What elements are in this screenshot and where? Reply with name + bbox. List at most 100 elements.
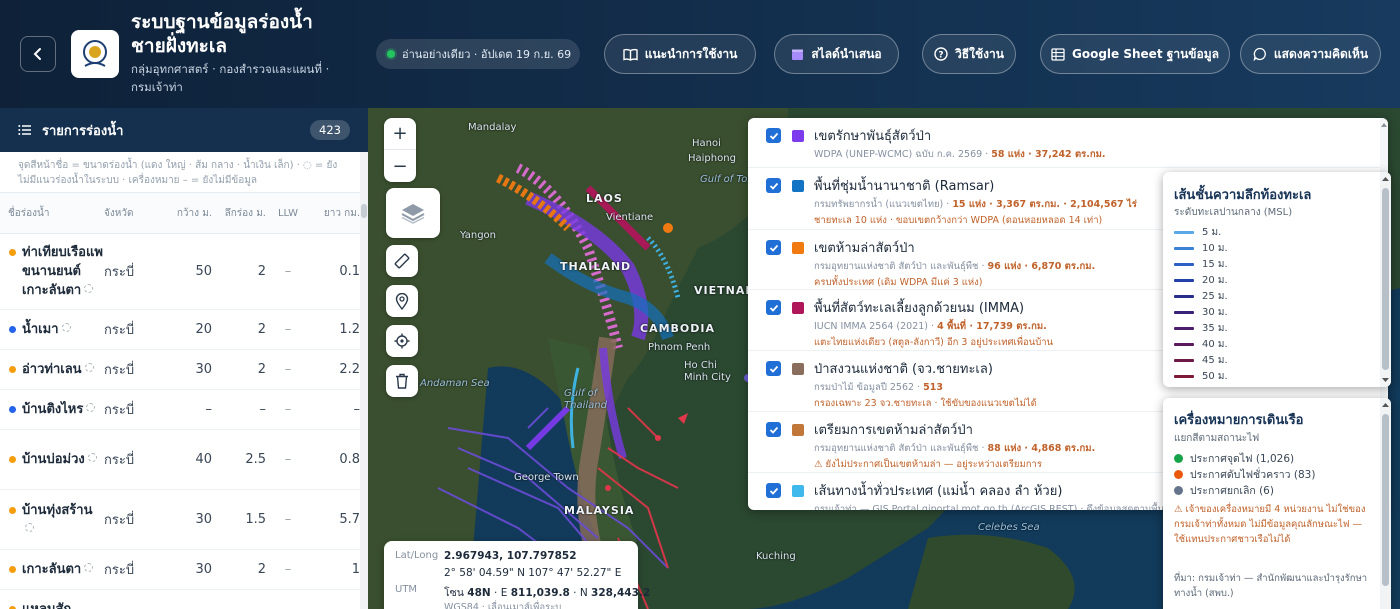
table-row[interactable]: บ้านทุ่งสร้าน กระบี่ 30 1.5 – 5.7 <box>0 490 368 550</box>
layer-source: IUCN IMMA 2564 (2021) · 4 พื้นที่ · 17,7… <box>814 319 1047 334</box>
scroll-up-icon[interactable] <box>1380 401 1391 409</box>
clear-button[interactable] <box>386 365 418 397</box>
depth-legend-scroll-thumb[interactable] <box>1382 188 1389 370</box>
channel-width: 30 <box>195 512 212 527</box>
google-sheet-button[interactable]: Google Sheet ฐานข้อมูล <box>1040 34 1230 74</box>
depth-line-swatch <box>1174 279 1194 282</box>
column-header-width[interactable]: กว้าง ม. <box>166 207 212 220</box>
slides-button[interactable]: สไลด์นำเสนอ <box>774 34 899 74</box>
channel-name: อ่าวท่าเลน <box>8 360 104 379</box>
channel-name-text: แหลมสัก <box>22 602 71 609</box>
layer-checkbox[interactable] <box>766 240 781 255</box>
back-button[interactable] <box>20 36 56 72</box>
channel-width: 20 <box>195 322 212 337</box>
nav-aid-status-dot <box>1174 486 1183 495</box>
depth-legend-item: 5 ม. <box>1174 225 1221 240</box>
check-icon <box>769 365 778 373</box>
layer-source-text: กรมอุทยานแห่งชาติ สัตว์ป่า และพันธุ์พืช … <box>814 261 985 272</box>
channel-llw: – <box>284 512 292 527</box>
table-row[interactable]: อ่าวท่าเลน กระบี่ 30 2 – 2.2 <box>0 350 368 390</box>
table-row[interactable]: เกาะลันตา กระบี่ 30 2 – 1 <box>0 550 368 590</box>
crosshair-icon <box>394 333 410 349</box>
scroll-up-icon[interactable] <box>1380 121 1388 129</box>
check-icon <box>769 182 778 190</box>
layer-checkbox[interactable] <box>766 361 781 376</box>
nav-aid-legend-scrollbar[interactable] <box>1380 398 1391 609</box>
check-icon <box>769 244 778 252</box>
depth-line-swatch <box>1174 295 1194 298</box>
column-header-name[interactable]: ชื่อร่องน้ำ <box>8 207 104 220</box>
chat-bubble-icon <box>1253 47 1266 61</box>
channel-province: กระบี่ <box>104 363 135 378</box>
table-row[interactable]: น้ำเมา กระบี่ 20 2 – 1.2 <box>0 310 368 350</box>
howto-button-label: วิธีใช้งาน <box>955 46 1004 61</box>
depth-legend-subtitle: ระดับทะเลปานกลาง (MSL) <box>1174 207 1293 218</box>
table-row[interactable]: ท่าเทียบเรือแพขนานยนต์เกาะลันตา กระบี่ 50 2… <box>0 234 368 310</box>
scroll-up-icon[interactable] <box>1380 175 1391 183</box>
size-dot-icon <box>9 406 16 413</box>
utm-northing: 328,443.2 <box>591 587 651 599</box>
depth-legend-item: 20 ม. <box>1174 273 1228 288</box>
book-icon <box>623 48 638 61</box>
depth-line-swatch <box>1174 263 1194 266</box>
column-header-length[interactable]: ยาว กม. <box>310 207 360 220</box>
channel-llw: – <box>284 562 292 577</box>
column-header-province[interactable]: จังหวัด <box>104 207 166 220</box>
layer-checkbox[interactable] <box>766 483 781 498</box>
layers-button[interactable] <box>386 188 440 238</box>
column-header-llw[interactable]: LLW <box>266 207 310 220</box>
map-canvas[interactable]: Mandalay Hanoi Haiphong Gulf of Tonkin L… <box>368 108 1400 609</box>
size-dot-icon <box>9 566 16 573</box>
layer-checkbox[interactable] <box>766 128 781 143</box>
depth-legend-scrollbar[interactable] <box>1380 172 1391 387</box>
layer-note: ชายทะเล 10 แห่ง · ขอบเขตกว้างกว่า WDPA (… <box>814 215 1103 226</box>
channel-list-title: รายการร่องน้ำ <box>42 123 124 139</box>
app-header: ระบบฐานข้อมูลร่องน้ำชายฝั่งทะเล กลุ่มอุท… <box>0 0 1400 108</box>
zoom-in-button[interactable]: + <box>384 118 416 150</box>
layer-checkbox[interactable] <box>766 422 781 437</box>
feedback-button[interactable]: แสดงความคิดเห็น <box>1240 34 1381 74</box>
table-row[interactable]: บ้านติงไหร กระบี่ – – – – <box>0 390 368 430</box>
zoom-control: + − <box>384 118 416 182</box>
channel-width: 50 <box>195 264 212 279</box>
layer-color-swatch <box>792 302 804 314</box>
sidebar-scrollbar[interactable] <box>360 152 368 609</box>
sidebar-scroll-thumb[interactable] <box>361 204 367 218</box>
layer-checkbox[interactable] <box>766 178 781 193</box>
pin-button[interactable] <box>386 285 418 317</box>
table-row[interactable]: บ้านบ่อม่วง กระบี่ 40 2.5 – 0.8 <box>0 430 368 490</box>
channel-name-text: เกาะลันตา <box>22 562 82 577</box>
layer-title: เตรียมการเขตห้ามล่าสัตว์ป่า <box>814 423 973 438</box>
place-label-yangon: Yangon <box>460 230 497 241</box>
legend-note: จุดสีหน้าชื่อ = ขนาดร่องน้ำ (แดง ใหญ่ · … <box>18 160 338 186</box>
guide-button[interactable]: แนะนำการใช้งาน <box>604 34 756 74</box>
channel-count-badge: 423 <box>310 120 350 140</box>
channel-length: 2.2 <box>339 362 360 377</box>
google-sheet-button-label: Google Sheet ฐานข้อมูล <box>1072 46 1219 61</box>
depth-legend-title: เส้นชั้นความลึกท้องทะเล <box>1174 188 1312 203</box>
utm-e-label: · E <box>494 587 508 599</box>
layer-note: แตะไทยแห่งเดียว (สตูล-ลังกาวี) อีก 3 อยู… <box>814 337 1054 348</box>
nav-aid-legend-scroll-thumb[interactable] <box>1382 414 1389 586</box>
measure-button[interactable] <box>386 245 418 277</box>
howto-button[interactable]: ? วิธีใช้งาน <box>922 34 1016 74</box>
place-label-celebes-sea: Celebes Sea <box>978 522 1040 533</box>
scroll-down-icon[interactable] <box>1380 376 1391 384</box>
check-icon <box>769 132 778 140</box>
table-row[interactable]: แหลมสัก <box>0 590 368 609</box>
channel-width: 30 <box>195 362 212 377</box>
depth-label: 30 ม. <box>1202 307 1228 318</box>
column-header-depth[interactable]: ลึกร่อง ม. <box>212 207 266 220</box>
layer-source-text: กรมเจ้าท่า — GIS Portal giportal.mot.go.… <box>814 504 1171 510</box>
utm-zone: 48N <box>467 587 491 599</box>
channel-list-header: รายการร่องน้ำ 423 <box>0 108 368 152</box>
channel-name: ท่าเทียบเรือแพขนานยนต์เกาะลันตา <box>8 243 104 300</box>
channel-province: กระบี่ <box>104 453 135 468</box>
channel-name-text: บ้านทุ่งสร้าน <box>22 502 93 518</box>
channel-length: 5.7 <box>339 512 360 527</box>
zoom-out-button[interactable]: − <box>384 150 416 182</box>
place-label-cambodia: CAMBODIA <box>640 322 716 335</box>
locate-button[interactable] <box>386 325 418 357</box>
layer-checkbox[interactable] <box>766 300 781 315</box>
channel-depth: 1.5 <box>245 512 266 527</box>
